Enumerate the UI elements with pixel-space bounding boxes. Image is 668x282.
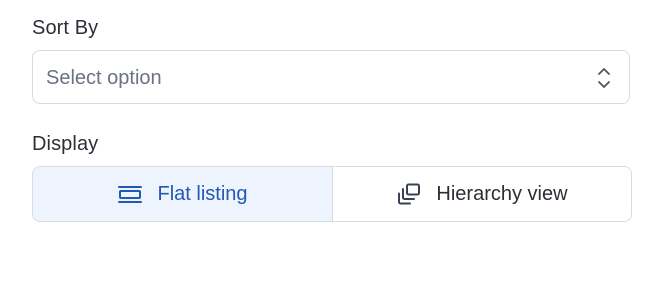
hierarchy-view-option[interactable]: Hierarchy view [333,167,631,221]
sort-by-label: Sort By [32,17,99,39]
sort-by-select[interactable]: Select option [32,50,630,104]
hierarchy-view-label: Hierarchy view [436,183,568,205]
flat-listing-option[interactable]: Flat listing [33,167,333,221]
chevron-up-down-icon [597,66,611,90]
display-label: Display [32,133,99,155]
flat-list-icon [117,183,143,205]
stacked-layers-icon [396,183,422,205]
flat-listing-label: Flat listing [157,183,248,205]
sort-by-placeholder: Select option [46,67,162,89]
display-toggle-group: Flat listing Hierarchy view [32,166,632,222]
